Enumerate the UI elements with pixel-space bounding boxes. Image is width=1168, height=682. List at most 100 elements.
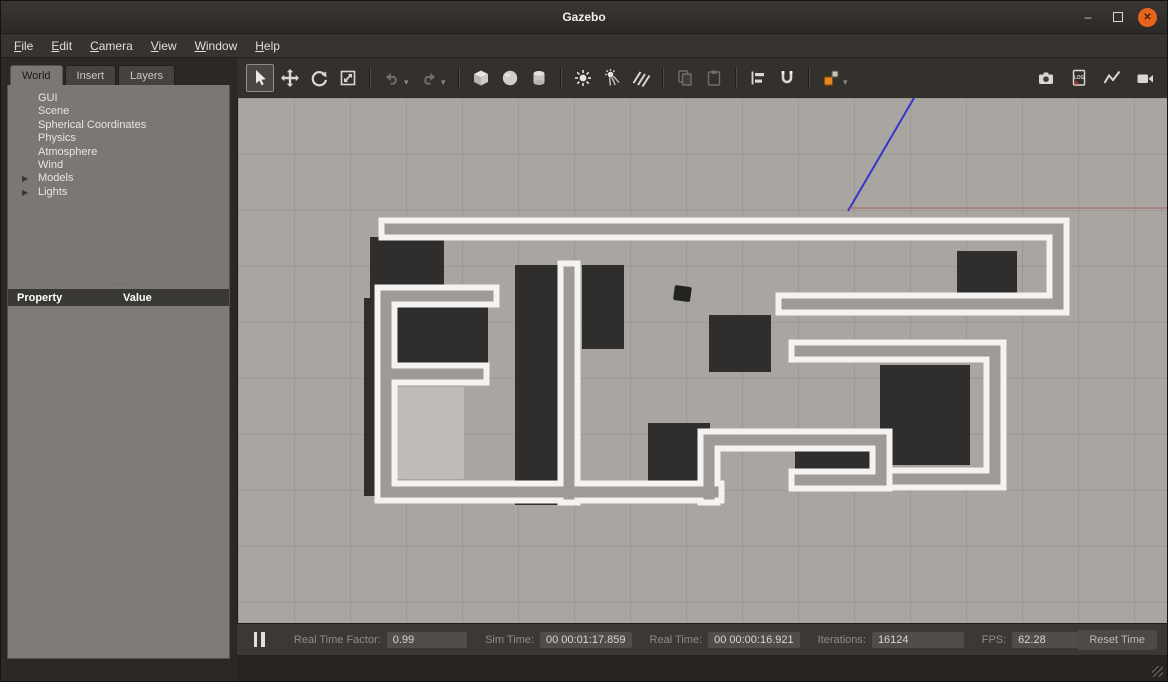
window-title: Gazebo xyxy=(562,10,605,24)
close-icon: ✕ xyxy=(1143,12,1151,23)
property-column-header: Property xyxy=(8,292,123,304)
paste-icon xyxy=(704,68,724,88)
select-tool-button[interactable] xyxy=(246,64,274,92)
robot-model[interactable] xyxy=(673,285,692,302)
svg-text:LOG: LOG xyxy=(1074,75,1085,81)
tree-item-gui[interactable]: GUI xyxy=(8,92,229,105)
plot-button[interactable] xyxy=(1099,65,1125,91)
redo-dropdown-icon[interactable]: ▾ xyxy=(441,77,450,88)
joint-dropdown-icon[interactable]: ▾ xyxy=(843,77,852,88)
menu-window[interactable]: Window xyxy=(186,36,247,56)
sim-time-value: 00 00:01:17.859 xyxy=(540,632,632,648)
scale-tool-button[interactable] xyxy=(335,65,361,91)
tree-item-wind[interactable]: Wind xyxy=(8,159,229,172)
viewport-3d[interactable] xyxy=(237,98,1167,623)
fps-value: 62.28 xyxy=(1012,632,1077,648)
copy-icon xyxy=(675,68,695,88)
right-column: ▾ ▾ xyxy=(237,58,1167,681)
rotate-icon xyxy=(309,68,329,88)
directional-light-button[interactable] xyxy=(628,65,654,91)
real-time-factor-label: Real Time Factor: xyxy=(294,634,381,646)
world-tree: GUI Scene Spherical Coordinates Physics … xyxy=(8,85,229,278)
close-button[interactable]: ✕ xyxy=(1138,8,1157,27)
tree-item-spherical-coordinates[interactable]: Spherical Coordinates xyxy=(8,119,229,132)
redo-icon xyxy=(419,68,439,88)
menu-help[interactable]: Help xyxy=(246,36,289,56)
scale-icon xyxy=(338,68,358,88)
rotate-tool-button[interactable] xyxy=(306,65,332,91)
tree-item-lights[interactable]: ▶Lights xyxy=(8,186,229,199)
tree-item-models[interactable]: ▶Models xyxy=(8,172,229,185)
simulation-status-bar: Real Time Factor: 0.99 Sim Time: 00 00:0… xyxy=(237,623,1167,655)
undo-button[interactable] xyxy=(379,65,405,91)
left-panel: World Insert Layers GUI Scene Spherical … xyxy=(1,58,237,681)
property-table-body xyxy=(8,306,229,658)
insert-box-button[interactable] xyxy=(468,65,494,91)
snap-magnet-icon xyxy=(777,68,797,88)
window-bottom-edge xyxy=(237,655,1167,681)
tree-item-atmosphere[interactable]: Atmosphere xyxy=(8,146,229,159)
translate-tool-button[interactable] xyxy=(277,65,303,91)
expander-icon[interactable]: ▶ xyxy=(22,188,28,197)
translate-icon xyxy=(280,68,300,88)
reset-time-button[interactable]: Reset Time xyxy=(1077,630,1157,650)
splitter-handle[interactable]: ····· xyxy=(8,278,229,289)
spot-light-button[interactable] xyxy=(599,65,625,91)
redo-button[interactable] xyxy=(416,65,442,91)
tab-insert[interactable]: Insert xyxy=(65,65,117,85)
pause-icon xyxy=(254,632,258,647)
value-column-header: Value xyxy=(123,292,152,304)
menu-file[interactable]: File xyxy=(5,36,42,56)
gazebo-window: Gazebo – ✕ File Edit Camera View Window … xyxy=(0,0,1168,682)
align-tool-button[interactable] xyxy=(745,65,771,91)
tree-item-physics[interactable]: Physics xyxy=(8,132,229,145)
screenshot-button[interactable] xyxy=(1033,65,1059,91)
record-video-button[interactable] xyxy=(1132,65,1158,91)
menu-edit[interactable]: Edit xyxy=(42,36,81,56)
resize-grip[interactable] xyxy=(1152,666,1163,677)
iterations-label: Iterations: xyxy=(818,634,866,646)
fps-label: FPS: xyxy=(982,634,1006,646)
undo-dropdown-icon[interactable]: ▾ xyxy=(404,77,413,88)
paste-button[interactable] xyxy=(701,65,727,91)
toolbar-separator xyxy=(560,67,562,89)
insert-cylinder-button[interactable] xyxy=(526,65,552,91)
pause-button[interactable] xyxy=(249,631,270,649)
align-icon xyxy=(748,68,768,88)
tab-world[interactable]: World xyxy=(10,65,63,85)
snap-tool-button[interactable] xyxy=(774,65,800,91)
minimize-icon: – xyxy=(1085,10,1092,24)
cylinder-icon xyxy=(529,68,549,88)
toolbar-separator xyxy=(808,67,810,89)
select-arrow-icon xyxy=(250,68,270,88)
joint-creation-button[interactable] xyxy=(818,65,844,91)
undo-icon xyxy=(382,68,402,88)
expander-icon[interactable]: ▶ xyxy=(22,174,28,183)
screenshot-camera-icon xyxy=(1036,68,1056,88)
real-time-value: 00 00:00:16.921 xyxy=(708,632,800,648)
box-icon xyxy=(471,68,491,88)
directional-light-icon xyxy=(631,68,651,88)
z-axis-line xyxy=(848,98,914,211)
sim-time-label: Sim Time: xyxy=(485,634,534,646)
main-content: World Insert Layers GUI Scene Spherical … xyxy=(1,58,1167,681)
log-recording-button[interactable]: LOG xyxy=(1066,65,1092,91)
sphere-icon xyxy=(500,68,520,88)
main-toolbar: ▾ ▾ xyxy=(237,58,1167,98)
menu-camera[interactable]: Camera xyxy=(81,36,142,56)
log-icon: LOG xyxy=(1069,68,1089,88)
tree-item-scene[interactable]: Scene xyxy=(8,105,229,118)
copy-button[interactable] xyxy=(672,65,698,91)
point-light-button[interactable] xyxy=(570,65,596,91)
real-time-label: Real Time: xyxy=(650,634,703,646)
toolbar-separator xyxy=(458,67,460,89)
minimize-button[interactable]: – xyxy=(1078,7,1098,27)
tab-layers[interactable]: Layers xyxy=(118,65,175,85)
world-panel: World Insert Layers GUI Scene Spherical … xyxy=(7,63,230,659)
menu-view[interactable]: View xyxy=(142,36,186,56)
insert-sphere-button[interactable] xyxy=(497,65,523,91)
point-light-icon xyxy=(573,68,593,88)
maximize-button[interactable] xyxy=(1108,7,1128,27)
plot-icon xyxy=(1102,68,1122,88)
toolbar-separator xyxy=(662,67,664,89)
